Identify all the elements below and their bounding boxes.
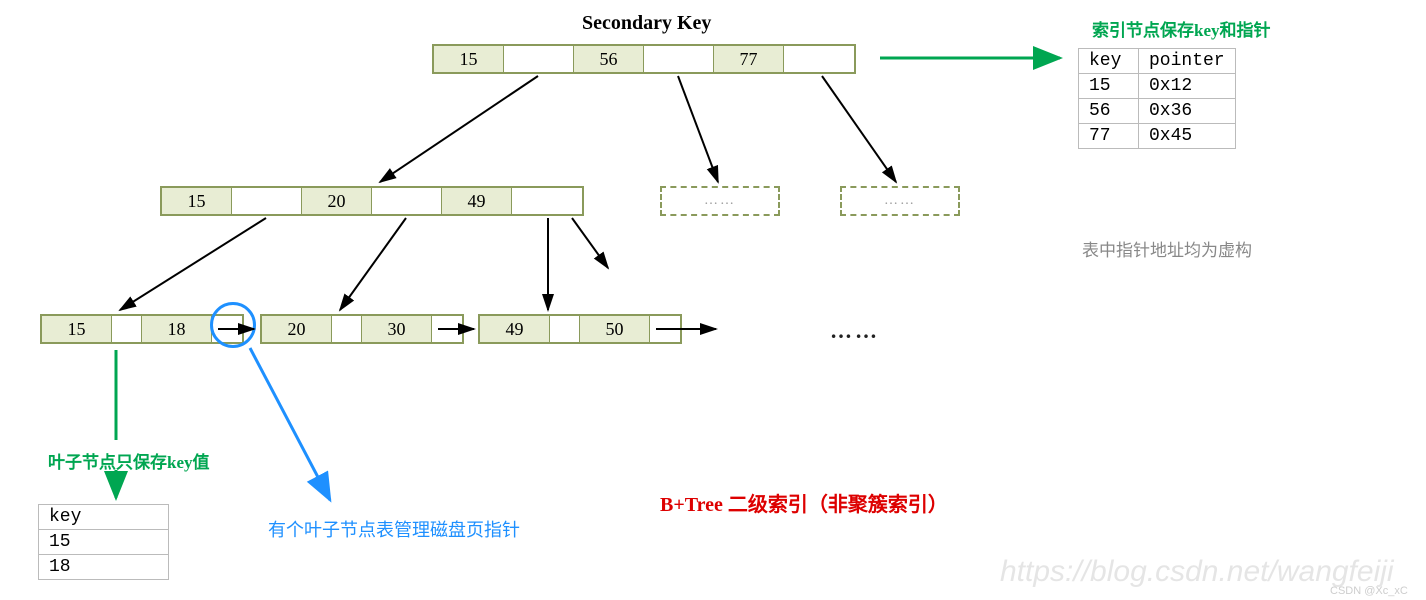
leaf-node-3: 49 50 [478, 314, 682, 344]
attribution: CSDN @Xc_xC [1330, 585, 1408, 597]
internal-gap-3 [512, 188, 582, 214]
root-cell-3: 77 [714, 46, 784, 72]
pointer-table: key pointer 15 0x12 56 0x36 77 0x45 [1078, 48, 1236, 149]
internal-cell-2: 20 [302, 188, 372, 214]
index-node-label: 索引节点保存key和指针 [1092, 16, 1271, 41]
leaf-node-2: 20 30 [260, 314, 464, 344]
internal-node: 15 20 49 [160, 186, 584, 216]
table-row: key [39, 505, 169, 530]
table-row: 15 [39, 530, 169, 555]
cell: 56 [1079, 99, 1139, 124]
leaf2-gap-1 [332, 316, 362, 342]
leaf3-cell-1: 49 [480, 316, 550, 342]
cell: 15 [1079, 74, 1139, 99]
table-row: 15 0x12 [1079, 74, 1236, 99]
root-cell-2: 56 [574, 46, 644, 72]
root-gap-3 [784, 46, 854, 72]
cell: 77 [1079, 124, 1139, 149]
dashed-placeholder-2: …… [840, 186, 960, 216]
leaf-node-label: 叶子节点只保存key值 [48, 448, 210, 473]
cell: 0x45 [1139, 124, 1236, 149]
index-type-label: B+Tree 二级索引（非聚簇索引） [660, 488, 948, 517]
diagram-title: Secondary Key [582, 12, 711, 35]
ellipsis-dots: …… [830, 318, 880, 344]
cell: 15 [39, 530, 169, 555]
leaf-key-table: key 15 18 [38, 504, 169, 580]
table-row: 77 0x45 [1079, 124, 1236, 149]
dashed-placeholder-1: …… [660, 186, 780, 216]
highlight-circle-icon [210, 302, 256, 348]
note-label: 表中指针地址均为虚构 [1082, 236, 1252, 261]
leaf-pointer-label: 有个叶子节点表管理磁盘页指针 [268, 516, 520, 542]
internal-gap-1 [232, 188, 302, 214]
leaf3-gap-1 [550, 316, 580, 342]
root-gap-1 [504, 46, 574, 72]
leaf1-cell-1: 15 [42, 316, 112, 342]
leaf3-gap-2 [650, 316, 680, 342]
table-row: key pointer [1079, 49, 1236, 74]
internal-cell-3: 49 [442, 188, 512, 214]
cell: 0x36 [1139, 99, 1236, 124]
internal-cell-1: 15 [162, 188, 232, 214]
leaf3-cell-2: 50 [580, 316, 650, 342]
root-node: 15 56 77 [432, 44, 856, 74]
leaf2-gap-2 [432, 316, 462, 342]
cell: 18 [39, 555, 169, 580]
leaf1-gap-1 [112, 316, 142, 342]
header-key: key [1079, 49, 1139, 74]
table-row: 56 0x36 [1079, 99, 1236, 124]
header-key: key [39, 505, 169, 530]
internal-gap-2 [372, 188, 442, 214]
cell: 0x12 [1139, 74, 1236, 99]
leaf1-cell-2: 18 [142, 316, 212, 342]
watermark: https://blog.csdn.net/wangfeiji [1000, 555, 1394, 589]
root-gap-2 [644, 46, 714, 72]
leaf2-cell-1: 20 [262, 316, 332, 342]
table-row: 18 [39, 555, 169, 580]
header-pointer: pointer [1139, 49, 1236, 74]
leaf2-cell-2: 30 [362, 316, 432, 342]
root-cell-1: 15 [434, 46, 504, 72]
